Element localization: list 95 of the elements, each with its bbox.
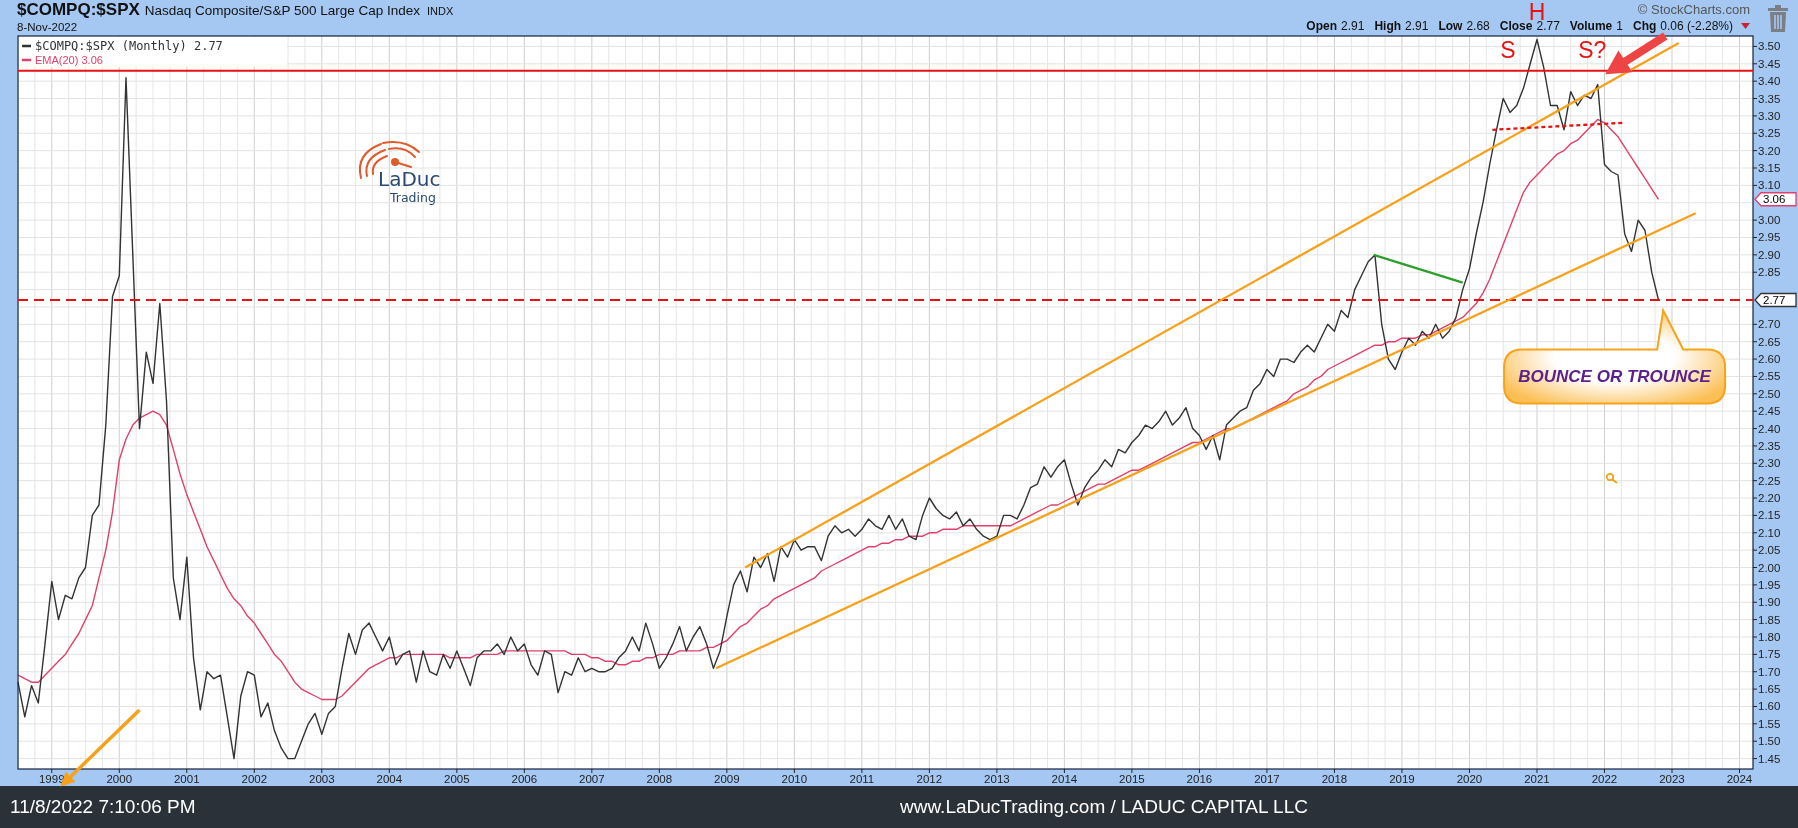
price-tag: 3.06 <box>1754 192 1797 207</box>
quote-label: Chg <box>1632 19 1657 33</box>
axis-label: 2001 <box>174 773 200 785</box>
axis-label: 2008 <box>646 773 673 785</box>
quote-value: 0.06 (-2.28%) <box>1660 19 1733 33</box>
axis-label: 1.85 <box>1758 613 1781 626</box>
axis-label: 2.40 <box>1758 422 1781 435</box>
axis-label: 2.45 <box>1758 405 1781 418</box>
axis-label: 2021 <box>1524 773 1550 785</box>
axis-label: 2012 <box>916 773 943 785</box>
axis-label: 2016 <box>1186 773 1213 785</box>
axis-label: 2009 <box>714 773 740 785</box>
axis-label: 2024 <box>1726 773 1753 785</box>
axis-label: 2023 <box>1659 773 1685 785</box>
quote-label: Volume <box>1569 19 1613 33</box>
axis-label: 2.15 <box>1758 509 1781 522</box>
index-name: Nasdaq Composite/S&P 500 Large Cap Index <box>144 3 420 18</box>
axis-label: 2.90 <box>1758 248 1781 261</box>
axis-label: 2005 <box>444 773 470 785</box>
axis-label: 2017 <box>1254 773 1280 785</box>
axis-label: 2.95 <box>1758 231 1781 244</box>
axis-label: 2018 <box>1321 773 1348 785</box>
axis-label: 1.75 <box>1758 648 1781 661</box>
axis-label: 1.55 <box>1758 717 1781 730</box>
axis-label: 2.30 <box>1758 457 1781 470</box>
axis-label: 2003 <box>309 773 335 785</box>
axis-label: 2007 <box>579 773 605 785</box>
logo-text: Trading <box>390 190 436 205</box>
legend-label: $COMPQ:$SPX (Monthly) 2.77 <box>35 39 223 53</box>
annotation-label: S <box>1500 36 1516 63</box>
axis-label: 2014 <box>1051 773 1078 785</box>
quote-label: Low <box>1438 19 1463 33</box>
axis-label: 2.50 <box>1758 387 1781 400</box>
legend-label: EMA(20) 3.06 <box>35 54 103 66</box>
axis-label: 2.05 <box>1758 544 1781 557</box>
annotation-label: S? <box>1578 36 1607 63</box>
axis-label: 2020 <box>1456 773 1483 785</box>
quote-value: 1 <box>1616 19 1623 33</box>
axis-label: 1.60 <box>1758 700 1781 713</box>
axis-label: 2.60 <box>1758 353 1781 366</box>
axis-label: 3.10 <box>1758 179 1781 192</box>
axis-label: 3.00 <box>1758 214 1781 227</box>
caret-down-icon[interactable] <box>1741 23 1750 29</box>
axis-label: 3.20 <box>1758 144 1781 157</box>
callout-text: BOUNCE OR TROUNCE <box>1518 367 1711 387</box>
axis-label: 1.95 <box>1758 578 1781 591</box>
axis-label: 3.45 <box>1758 57 1781 70</box>
axis-label: 2.55 <box>1758 370 1781 383</box>
axis-label: 2.00 <box>1758 561 1781 574</box>
price-tag: 2.77 <box>1754 292 1797 308</box>
axis-label: 1.90 <box>1758 596 1781 609</box>
axis-label: 1.65 <box>1758 683 1781 696</box>
axis-label: 1.70 <box>1758 665 1781 678</box>
chart-date: 8-Nov-2022 <box>17 21 79 33</box>
axis-label: 1.50 <box>1758 735 1781 748</box>
axis-label: 1.80 <box>1758 631 1781 643</box>
search-icon <box>1605 472 1618 484</box>
axis-label: 2019 <box>1389 773 1415 785</box>
footer-credit: www.LaDucTrading.com / LADUC CAPITAL LLC <box>900 796 1308 818</box>
symbol-title: $COMPQ:$SPX <box>17 0 140 20</box>
axis-label: 3.30 <box>1758 109 1781 122</box>
quote-value: 2.68 <box>1466 19 1490 33</box>
axis-label: 3.50 <box>1758 40 1781 53</box>
axis-label: 2.65 <box>1758 335 1781 348</box>
axis-label: 2.10 <box>1758 526 1781 539</box>
axis-label: 1.45 <box>1758 752 1781 765</box>
trash-icon[interactable] <box>1768 5 1788 32</box>
axis-label: 2013 <box>984 773 1010 785</box>
quote-label: Close <box>1499 19 1533 33</box>
axis-label: 2.25 <box>1758 474 1781 487</box>
quote-value: 2.91 <box>1405 19 1429 33</box>
axis-label: 3.35 <box>1758 92 1781 105</box>
axis-label: 3.15 <box>1758 162 1781 174</box>
axis-label: 2006 <box>511 773 538 785</box>
axis-label: 2010 <box>781 773 808 785</box>
arrow <box>1605 32 1668 75</box>
axis-label: 2002 <box>241 773 268 785</box>
source-credit: © StockCharts.com <box>1637 2 1750 19</box>
axis-label: 2015 <box>1119 773 1145 785</box>
axis-label: 2004 <box>376 773 403 785</box>
quote-value: 2.91 <box>1341 19 1365 33</box>
axis-label: 2.20 <box>1758 492 1781 505</box>
axis-label: 2.35 <box>1758 439 1781 452</box>
axis-label: 2.85 <box>1758 266 1781 279</box>
axis-label: 2011 <box>849 773 875 785</box>
exchange-label: INDX <box>427 5 454 17</box>
quote-label: Open <box>1306 19 1338 33</box>
axis-label: 3.40 <box>1758 75 1781 88</box>
timestamp: 11/8/2022 7:10:06 PM <box>10 796 197 818</box>
axis-label: 2.70 <box>1758 318 1781 331</box>
axis-label: 3.25 <box>1758 127 1781 140</box>
logo-text: LaDuc <box>378 167 441 191</box>
axis-label: 2000 <box>106 773 133 785</box>
quote-label: High <box>1374 19 1402 33</box>
axis-label: 2022 <box>1591 773 1618 785</box>
